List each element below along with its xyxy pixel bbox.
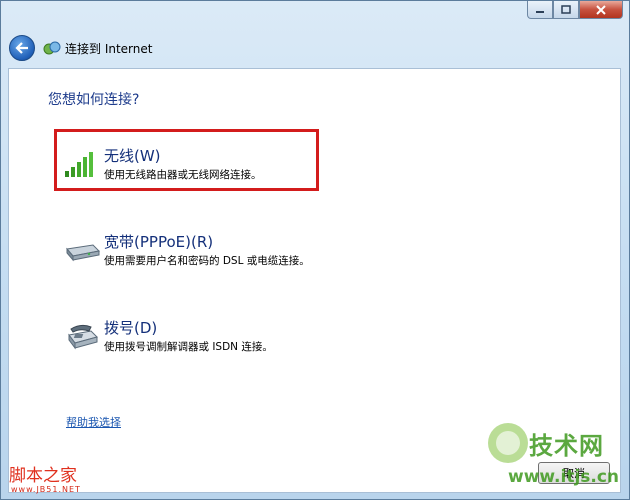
maximize-icon [561, 5, 571, 14]
option-label: 拨号(D) [104, 319, 158, 337]
back-button[interactable] [9, 35, 35, 61]
option-description: 使用拨号调制解调器或 ISDN 连接。 [104, 341, 273, 353]
window-title: 连接到 Internet [65, 41, 153, 56]
option-label: 宽带(PPPoE)(R) [104, 233, 214, 251]
option-dialup[interactable]: 拨号(D) 使用拨号调制解调器或 ISDN 连接。 [59, 315, 349, 365]
option-description: 使用需要用户名和密码的 DSL 或电缆连接。 [104, 255, 310, 267]
page-heading: 您想如何连接? [48, 92, 140, 108]
navigation-bar: 连接到 Internet [9, 31, 152, 65]
watermark-itjs-url: www.itjs.cn [508, 467, 620, 487]
option-label: 无线(W) [104, 147, 161, 165]
itjs-logo-icon [488, 423, 528, 463]
minimize-icon [536, 10, 544, 13]
back-arrow-icon [15, 42, 28, 54]
close-button[interactable] [579, 1, 623, 19]
dialup-phone-icon [68, 324, 98, 350]
option-wireless[interactable]: 无线(W) 使用无线路由器或无线网络连接。 [59, 143, 349, 193]
wireless-signal-icon [65, 152, 93, 177]
watermark-jb51-url: www.JB51.NET [11, 485, 81, 494]
connect-internet-window: 连接到 Internet 您想如何连接? 无线(W) 使用无线路由器或无线网络连… [0, 0, 630, 500]
close-icon [596, 4, 606, 15]
minimize-button[interactable] [527, 1, 553, 19]
watermark-jb51-text: 脚本之家 [9, 466, 77, 486]
maximize-button[interactable] [553, 1, 579, 19]
option-description: 使用无线路由器或无线网络连接。 [104, 169, 262, 181]
network-globe-icon [43, 39, 61, 57]
broadband-modem-icon [66, 244, 101, 262]
watermark-itjs-text: 技术网 [529, 432, 604, 460]
window-controls [527, 1, 623, 19]
option-broadband[interactable]: 宽带(PPPoE)(R) 使用需要用户名和密码的 DSL 或电缆连接。 [59, 229, 349, 279]
help-me-choose-link[interactable]: 帮助我选择 [66, 414, 121, 430]
